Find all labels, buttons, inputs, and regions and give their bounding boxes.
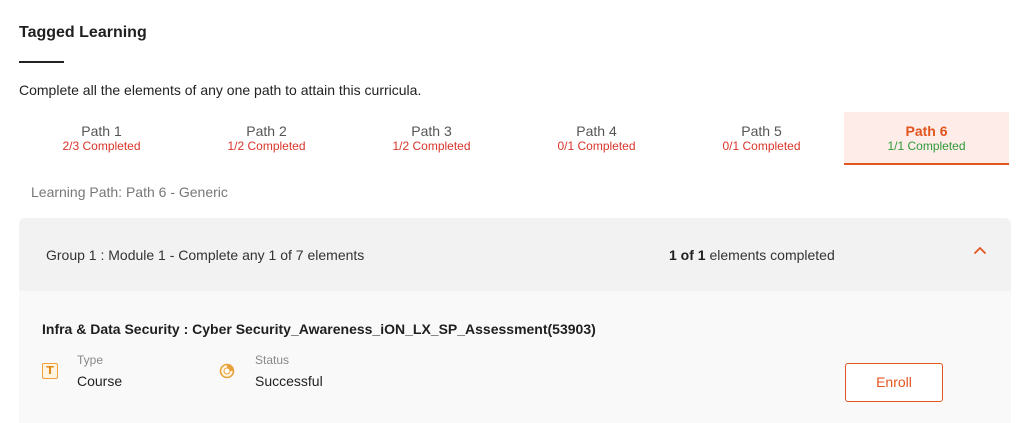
tab-name: Path 6 <box>905 123 948 139</box>
group-title: Group 1 : Module 1 - Complete any 1 of 7… <box>46 247 365 263</box>
group-header[interactable]: Group 1 : Module 1 - Complete any 1 of 7… <box>19 218 1011 291</box>
group-progress: 1 of 1 elements completed <box>669 247 835 263</box>
tab-path-6[interactable]: Path 6 1/1 Completed <box>844 112 1009 165</box>
tab-path-4[interactable]: Path 4 0/1 Completed <box>514 112 679 165</box>
type-icon: T <box>42 363 58 379</box>
path-tabs: Path 1 2/3 Completed Path 2 1/2 Complete… <box>19 112 1011 166</box>
tab-name: Path 4 <box>576 123 617 139</box>
type-label: Type <box>77 353 104 367</box>
tab-path-5[interactable]: Path 5 0/1 Completed <box>679 112 844 165</box>
status-value: Successful <box>255 373 323 389</box>
tab-status: 0/1 Completed <box>722 139 801 153</box>
tab-name: Path 2 <box>246 123 287 139</box>
tab-name: Path 3 <box>411 123 452 139</box>
status-success-icon <box>219 363 235 379</box>
tab-status: 1/2 Completed <box>227 139 306 153</box>
element-card: Infra & Data Security : Cyber Security_A… <box>19 291 1011 423</box>
group-progress-count: 1 of 1 <box>669 247 706 263</box>
status-label: Status <box>255 353 290 367</box>
type-value: Course <box>77 373 123 389</box>
tab-status: 1/2 Completed <box>392 139 471 153</box>
enroll-button[interactable]: Enroll <box>845 363 943 402</box>
section-title: Tagged Learning <box>19 24 147 41</box>
instruction-text: Complete all the elements of any one pat… <box>19 82 422 98</box>
group-progress-suffix: elements completed <box>705 247 835 263</box>
tab-path-3[interactable]: Path 3 1/2 Completed <box>349 112 514 165</box>
element-title: Infra & Data Security : Cyber Security_A… <box>42 321 596 337</box>
tab-status: 0/1 Completed <box>557 139 636 153</box>
tab-path-1[interactable]: Path 1 2/3 Completed <box>19 112 184 165</box>
tab-name: Path 1 <box>81 123 122 139</box>
tab-status: 1/1 Completed <box>887 139 966 153</box>
tab-path-2[interactable]: Path 2 1/2 Completed <box>184 112 349 165</box>
tab-status: 2/3 Completed <box>62 139 141 153</box>
tab-name: Path 5 <box>741 123 782 139</box>
learning-path-label: Learning Path: Path 6 - Generic <box>31 184 228 200</box>
chevron-up-icon[interactable] <box>972 242 988 258</box>
title-underline <box>19 61 64 63</box>
